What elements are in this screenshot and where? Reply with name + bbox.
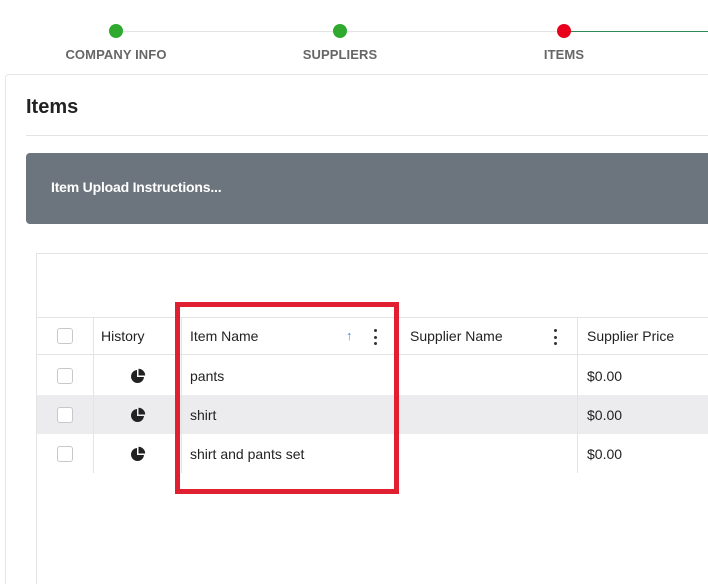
item-upload-instructions-label[interactable]: Item Upload Instructions...: [51, 179, 222, 195]
column-divider: [396, 356, 397, 473]
item-name-cell[interactable]: shirt and pants set: [182, 434, 396, 473]
pie-chart-icon[interactable]: [130, 407, 146, 423]
select-all-checkbox[interactable]: [57, 328, 73, 344]
table-row[interactable]: shirt and pants set $0.00: [37, 434, 708, 473]
row-select: [37, 356, 93, 395]
column-menu-icon[interactable]: [373, 329, 377, 345]
item-name-cell[interactable]: pants: [182, 356, 396, 395]
column-divider: [577, 356, 578, 473]
pie-chart-icon[interactable]: [130, 368, 146, 384]
header-history[interactable]: History: [94, 318, 181, 354]
step-dot-suppliers[interactable]: [333, 24, 347, 38]
row-select: [37, 395, 93, 434]
supplier-price-cell[interactable]: $0.00: [578, 356, 708, 395]
supplier-price-cell[interactable]: $0.00: [578, 395, 708, 434]
history-cell[interactable]: [94, 356, 181, 395]
item-name-cell[interactable]: shirt: [182, 395, 396, 434]
table-row[interactable]: pants $0.00: [37, 356, 708, 395]
step-label-suppliers[interactable]: SUPPLIERS: [260, 47, 420, 62]
grid-header-row: History Item Name ↑ Supplier Name Suppli…: [37, 317, 708, 356]
row-checkbox[interactable]: [57, 367, 73, 384]
row-checkbox[interactable]: [57, 406, 73, 423]
items-card: Items Item Upload Instructions... Histor…: [5, 74, 708, 584]
table-row[interactable]: shirt $0.00: [37, 395, 708, 434]
supplier-price-cell[interactable]: $0.00: [578, 434, 708, 473]
header-supplier-name-label[interactable]: Supplier Name: [410, 328, 503, 344]
stepper-track-active: [564, 31, 708, 32]
page-title: Items: [26, 96, 79, 118]
history-cell[interactable]: [94, 434, 181, 473]
row-checkbox[interactable]: [57, 445, 73, 462]
sort-ascending-icon[interactable]: ↑: [346, 328, 353, 343]
items-grid: History Item Name ↑ Supplier Name Suppli…: [36, 253, 708, 584]
header-supplier-price[interactable]: Supplier Price: [578, 318, 708, 354]
step-label-company-info[interactable]: COMPANY INFO: [36, 47, 196, 62]
progress-stepper: COMPANY INFO SUPPLIERS ITEMS: [0, 0, 708, 74]
title-divider: [26, 135, 708, 136]
header-select-all: [37, 318, 93, 354]
header-item-name-label[interactable]: Item Name: [190, 328, 258, 344]
step-dot-company-info[interactable]: [109, 24, 123, 38]
supplier-name-cell[interactable]: [397, 395, 577, 434]
header-supplier-name[interactable]: Supplier Name: [397, 318, 577, 354]
supplier-name-cell[interactable]: [397, 434, 577, 473]
header-item-name[interactable]: Item Name ↑: [182, 318, 396, 354]
step-label-items[interactable]: ITEMS: [484, 47, 644, 62]
history-cell[interactable]: [94, 395, 181, 434]
column-divider: [181, 356, 182, 473]
pie-chart-icon[interactable]: [130, 446, 146, 462]
step-dot-items[interactable]: [557, 24, 571, 38]
row-select: [37, 434, 93, 473]
column-divider: [93, 356, 94, 473]
column-menu-icon[interactable]: [553, 329, 557, 345]
item-upload-instructions-panel[interactable]: Item Upload Instructions...: [26, 153, 708, 224]
grid-toolbar: [37, 254, 708, 316]
supplier-name-cell[interactable]: [397, 356, 577, 395]
